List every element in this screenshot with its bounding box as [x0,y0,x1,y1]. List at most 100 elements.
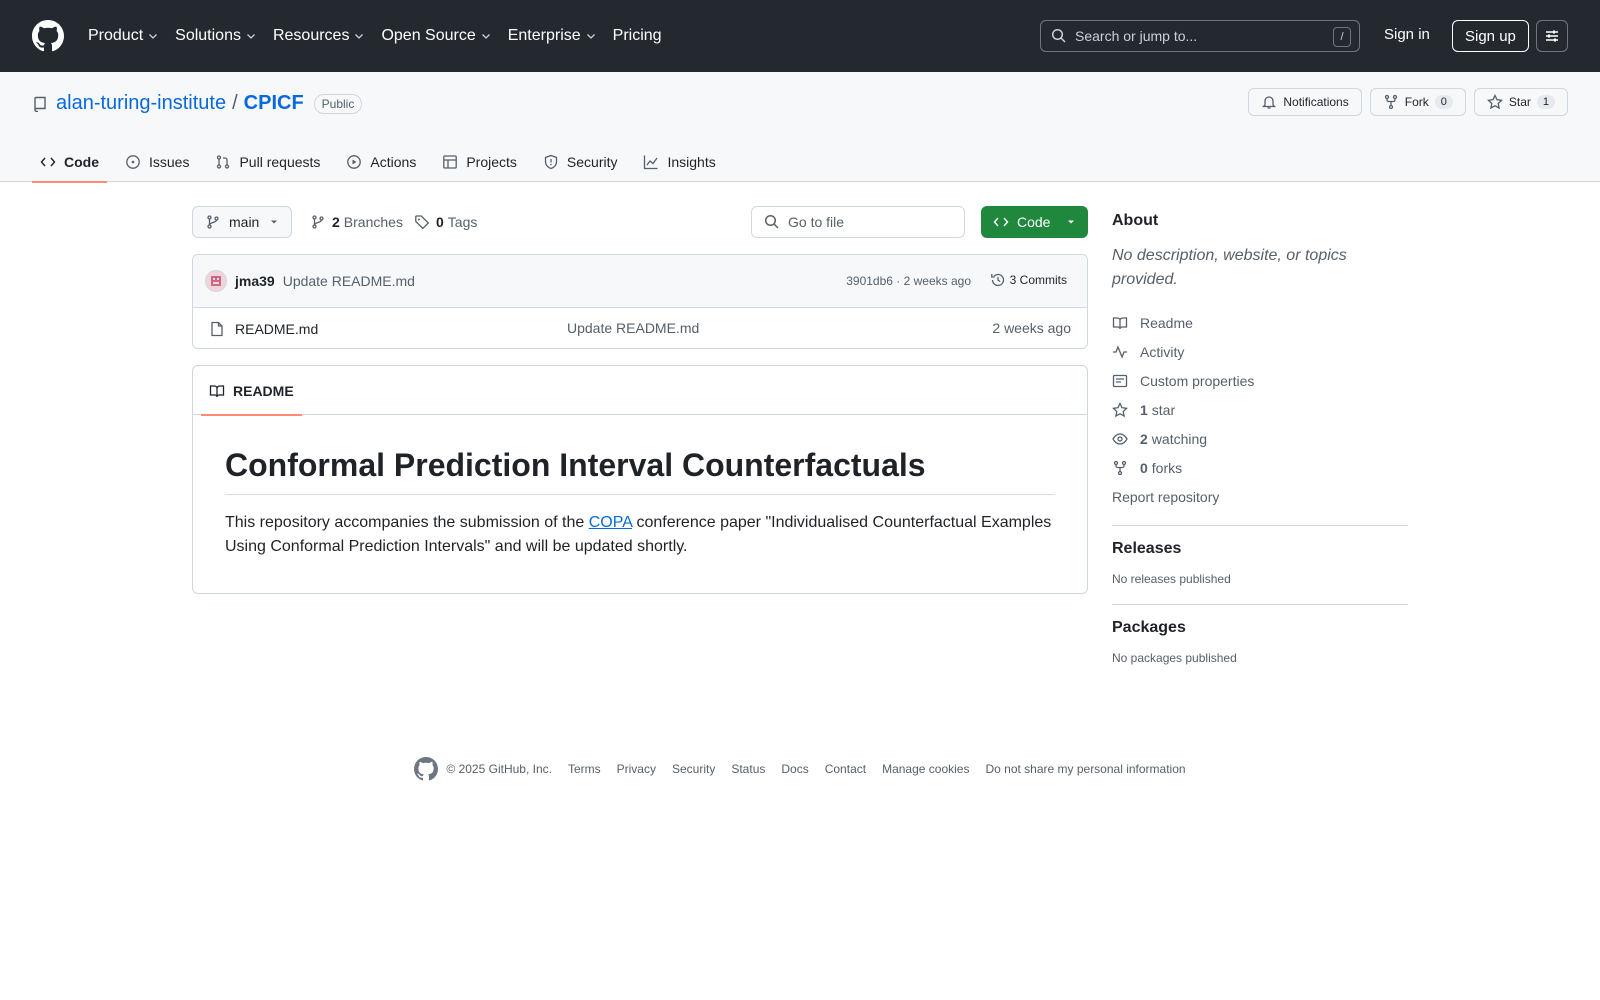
repo-title: alan-turing-institute / CPICF Public [32,92,363,115]
repo-sidebar: About No description, website, or topics… [1112,206,1408,665]
code-icon [40,157,56,167]
file-navigation: main 2 Branches 0 Tags Go to file Code [192,206,1088,238]
pull-request-icon [217,155,230,169]
github-logo-icon[interactable] [414,757,439,781]
go-to-file-input[interactable]: Go to file [751,206,965,238]
commits-history-link[interactable]: 3 Commits [990,272,1067,288]
commit-message[interactable]: Update README.md [283,273,415,289]
chevron-down-icon [149,34,158,39]
star-button[interactable]: Star 1 [1473,88,1568,116]
table-row: README.md Update README.md 2 weeks ago [193,308,1087,348]
sign-in-link[interactable]: Sign in [1384,26,1430,43]
tab-actions[interactable]: Actions [338,142,424,182]
releases-heading[interactable]: Releases [1112,540,1408,558]
readme-content: Conformal Prediction Interval Counterfac… [193,415,1087,591]
copa-link[interactable]: COPA [589,514,632,531]
tags-link[interactable]: 0 Tags [414,206,477,238]
file-icon [211,321,223,336]
github-logo-icon[interactable] [32,20,64,52]
search-shortcut-key: / [1333,27,1351,47]
repo-name-link[interactable]: CPICF [244,92,304,115]
branch-selector[interactable]: main [192,206,293,238]
chevron-down-icon [481,34,490,39]
nav-resources[interactable]: Resources [273,27,365,45]
code-button[interactable]: Code [981,206,1088,238]
footer-link-docs[interactable]: Docs [781,762,808,776]
visibility-badge: Public [313,93,363,114]
footer-link-status[interactable]: Status [731,762,765,776]
chevron-down-icon [586,34,595,39]
file-commit-message[interactable]: Update README.md [567,320,699,336]
repo-separator: / [232,92,238,114]
footer-link-privacy[interactable]: Privacy [617,762,656,776]
sign-up-button[interactable]: Sign up [1452,20,1529,52]
tab-projects[interactable]: Projects [434,142,525,182]
repo-tabs: Code Issues Pull requests Actions Projec… [32,142,734,183]
commit-author[interactable]: jma39 [235,273,275,289]
global-header: Product Solutions Resources Open Source … [0,0,1600,72]
repo-icon [34,96,46,112]
sidebar-divider [1112,525,1408,526]
branch-icon [207,215,219,229]
readme-tab[interactable]: README [201,366,302,416]
code-icon [993,217,1009,227]
watching-link[interactable]: 2 watching [1112,424,1408,453]
readme-panel: README Conformal Prediction Interval Cou… [192,365,1088,594]
chevron-down-icon [355,34,364,39]
file-commit-time: 2 weeks ago [992,320,1071,336]
book-icon [209,384,225,397]
footer-link-security[interactable]: Security [672,762,715,776]
avatar[interactable] [205,270,227,292]
tab-issues[interactable]: Issues [117,142,197,182]
tab-security[interactable]: Security [535,142,626,182]
book-icon [1112,316,1128,329]
nav-pricing[interactable]: Pricing [613,27,662,45]
footer-link-manage-cookies[interactable]: Manage cookies [882,762,969,776]
nav-solutions[interactable]: Solutions [175,27,257,45]
search-icon [1051,28,1066,43]
tab-pull-requests[interactable]: Pull requests [207,142,328,182]
pulse-icon [1113,344,1127,359]
tag-icon [415,215,430,230]
star-counter: 1 [1536,95,1555,109]
readme-header: README [193,366,1087,416]
star-icon [1112,401,1128,417]
eye-icon [1112,432,1128,445]
stars-link[interactable]: 1 star [1112,395,1408,424]
nav-open-source[interactable]: Open Source [381,27,491,45]
packages-heading[interactable]: Packages [1112,619,1408,637]
user-avatar-icon [211,276,221,286]
footer-link-do-not-share[interactable]: Do not share my personal information [985,762,1185,776]
footer-link-terms[interactable]: Terms [568,762,601,776]
tab-code[interactable]: Code [32,142,107,183]
repo-actions: Notifications Fork 0 Star 1 [1248,88,1568,116]
repo-owner-link[interactable]: alan-turing-institute [56,92,226,115]
footer-link-contact[interactable]: Contact [825,762,866,776]
sidebar-divider [1112,604,1408,605]
nav-product[interactable]: Product [88,27,159,45]
nav-enterprise[interactable]: Enterprise [508,27,597,45]
caret-down-icon [1068,220,1074,224]
search-input[interactable]: Search or jump to... / [1040,20,1360,52]
forks-link[interactable]: 0 forks [1112,453,1408,482]
search-placeholder: Search or jump to... [1075,28,1198,44]
custom-properties-link[interactable]: Custom properties [1112,366,1408,395]
commit-hash-time[interactable]: 3901db6 · 2 weeks ago [846,274,971,288]
branch-icon [312,215,324,229]
tab-insights[interactable]: Insights [635,142,723,182]
report-repository-link[interactable]: Report repository [1112,482,1408,511]
notifications-button[interactable]: Notifications [1248,88,1362,116]
branches-link[interactable]: 2 Branches [310,206,403,238]
releases-empty-text: No releases published [1112,572,1231,586]
activity-link[interactable]: Activity [1112,337,1408,366]
fork-button[interactable]: Fork 0 [1369,88,1466,116]
fork-icon [1384,94,1397,110]
caret-down-icon [271,220,278,224]
file-list: jma39 Update README.md 3901db6 · 2 weeks… [192,254,1088,349]
menu-button[interactable] [1536,20,1568,52]
file-name-link[interactable]: README.md [235,321,318,337]
issue-icon [126,155,140,169]
packages-empty-text: No packages published [1112,651,1237,665]
star-icon [1486,94,1503,110]
readme-link[interactable]: Readme [1112,308,1408,337]
